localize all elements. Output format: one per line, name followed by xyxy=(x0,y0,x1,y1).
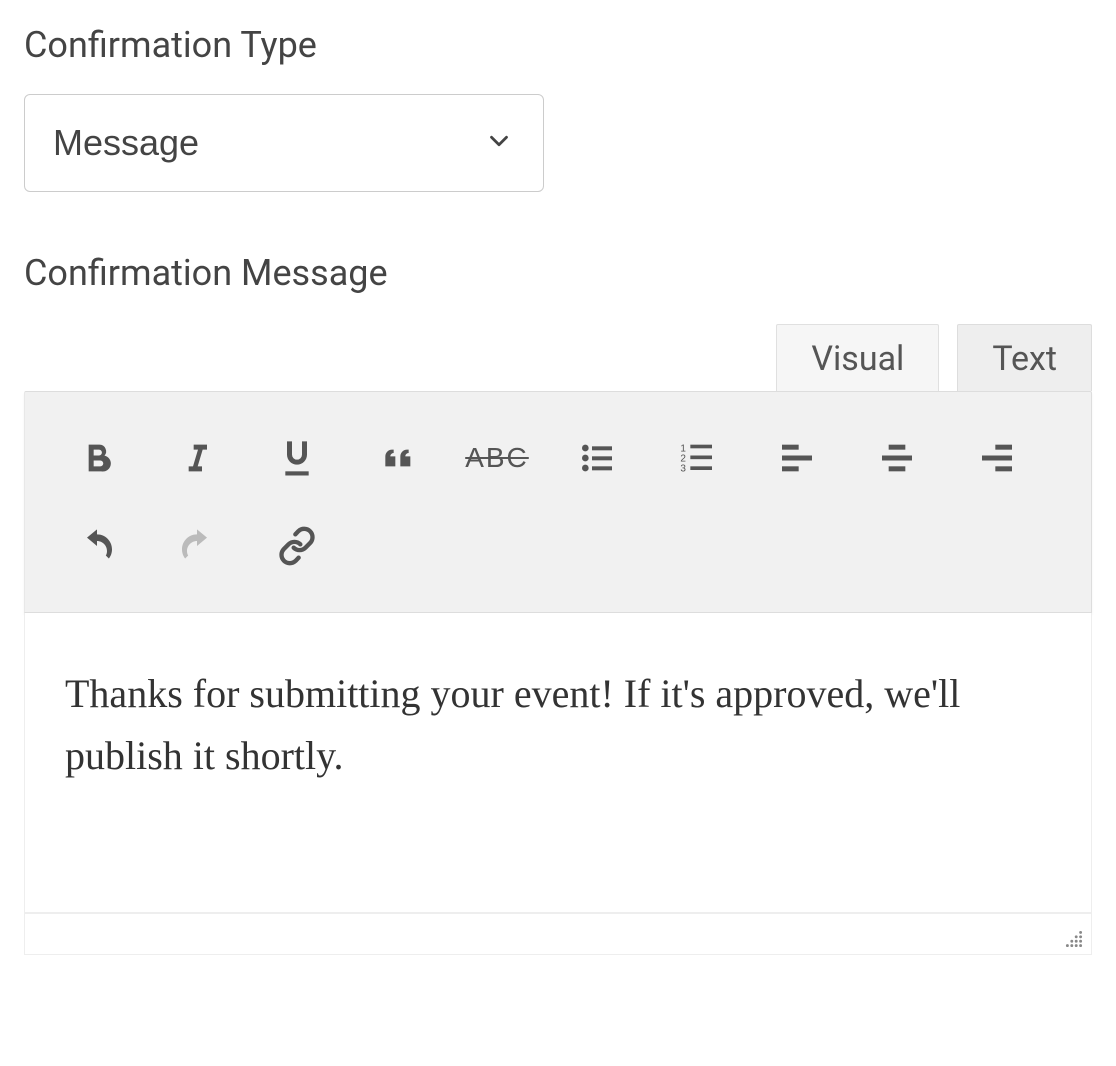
redo-icon xyxy=(175,526,219,566)
align-left-button[interactable] xyxy=(747,414,847,502)
quote-icon xyxy=(375,438,419,478)
editor-tabs: Visual Text xyxy=(24,324,1092,391)
align-right-icon xyxy=(976,438,1018,478)
blockquote-button[interactable] xyxy=(347,414,447,502)
undo-button[interactable] xyxy=(47,502,147,590)
confirmation-type-select[interactable]: Message xyxy=(24,94,544,192)
bold-button[interactable] xyxy=(47,414,147,502)
underline-icon xyxy=(277,436,317,480)
align-left-icon xyxy=(776,438,818,478)
bold-icon xyxy=(77,438,117,478)
rich-text-editor: Visual Text ABC xyxy=(24,324,1092,955)
tab-text[interactable]: Text xyxy=(957,324,1092,391)
italic-button[interactable] xyxy=(147,414,247,502)
numbered-list-button[interactable]: 123 xyxy=(647,414,747,502)
resize-handle[interactable] xyxy=(1063,928,1085,950)
align-center-button[interactable] xyxy=(847,414,947,502)
redo-button[interactable] xyxy=(147,502,247,590)
svg-text:3: 3 xyxy=(680,463,686,474)
link-icon xyxy=(275,526,319,566)
strikethrough-icon: ABC xyxy=(465,442,529,474)
underline-button[interactable] xyxy=(247,414,347,502)
editor-text: Thanks for submitting your event! If it'… xyxy=(65,663,1051,787)
confirmation-type-select-button[interactable]: Message xyxy=(24,94,544,192)
editor-toolbar: ABC 123 xyxy=(24,391,1092,613)
editor-status-bar xyxy=(24,913,1092,955)
tab-visual[interactable]: Visual xyxy=(776,324,939,391)
editor-content-area[interactable]: Thanks for submitting your event! If it'… xyxy=(24,613,1092,913)
link-button[interactable] xyxy=(247,502,347,590)
confirmation-message-label: Confirmation Message xyxy=(24,252,1092,294)
align-right-button[interactable] xyxy=(947,414,1047,502)
numbered-list-icon: 123 xyxy=(675,438,719,478)
confirmation-type-value: Message xyxy=(53,122,199,164)
bulleted-list-button[interactable] xyxy=(547,414,647,502)
align-center-icon xyxy=(876,438,918,478)
confirmation-type-label: Confirmation Type xyxy=(24,24,1092,66)
bulleted-list-icon xyxy=(575,438,619,478)
undo-icon xyxy=(75,526,119,566)
strikethrough-button[interactable]: ABC xyxy=(447,414,547,502)
italic-icon xyxy=(177,438,217,478)
